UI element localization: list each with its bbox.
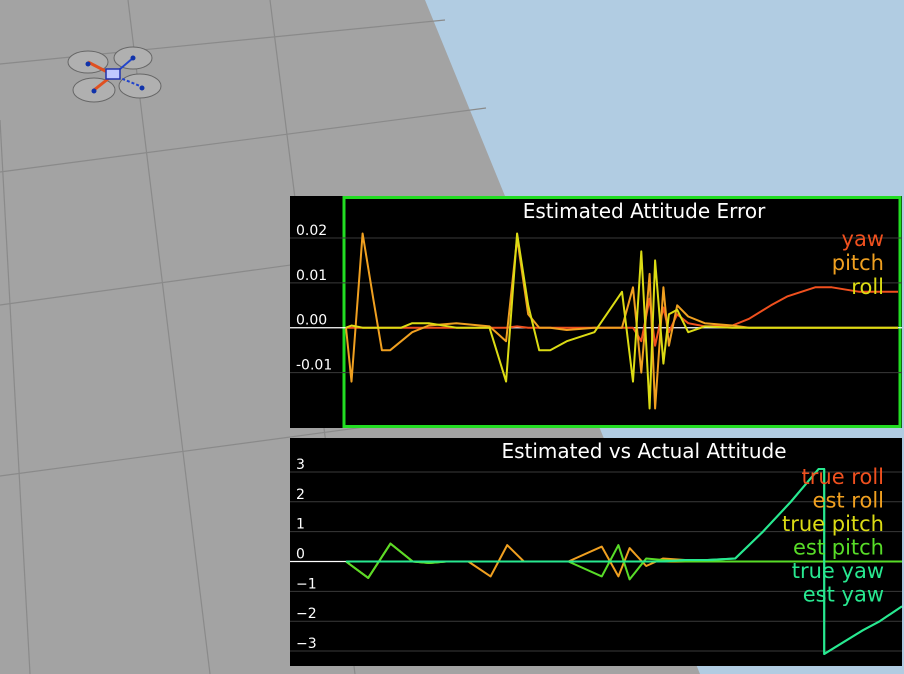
y-tick-label: 0	[296, 546, 305, 562]
y-tick-label: 3	[296, 457, 305, 473]
active-plot-border	[342, 196, 902, 428]
chart-title: Estimated Attitude Error	[523, 199, 766, 223]
legend-est-pitch: est pitch	[793, 536, 884, 560]
y-tick-label: -0.01	[296, 358, 332, 374]
legend-yaw: yaw	[842, 227, 884, 251]
y-tick-label: 0.00	[296, 313, 327, 329]
y-tick-label: −2	[296, 606, 317, 622]
legend-pitch: pitch	[832, 251, 884, 275]
attitude-error-chart: 0.02 0.01 0.00 -0.01 Estimated Attitude Erro…	[290, 196, 902, 428]
y-tick-label: −3	[296, 636, 317, 652]
attitude-error-plot[interactable]: 0.02 0.01 0.00 -0.01 Estimated Attitude Erro…	[290, 196, 902, 428]
y-tick-label: 0.02	[296, 223, 327, 239]
legend-true-pitch: true pitch	[782, 512, 884, 536]
legend-true-roll: true roll	[802, 465, 884, 489]
legend-roll: roll	[851, 275, 884, 299]
legend-true-yaw: true yaw	[792, 559, 884, 583]
attitude-compare-plot[interactable]: 3 2 1 0 −1 −2 −3 Estimated vs Actual Attitude tr…	[290, 438, 902, 666]
chart-title: Estimated vs Actual Attitude	[501, 439, 786, 463]
series-line-pitch	[345, 232, 898, 410]
attitude-compare-chart: 3 2 1 0 −1 −2 −3 Estimated vs Actual Attitude tr…	[290, 439, 902, 655]
y-tick-label: 2	[296, 487, 305, 503]
y-tick-label: 1	[296, 517, 305, 533]
y-tick-label: −1	[296, 576, 317, 592]
legend-est-yaw: est yaw	[803, 583, 884, 607]
legend-est-roll: est roll	[813, 489, 884, 513]
series-line-roll	[345, 232, 898, 410]
y-tick-label: 0.01	[296, 268, 327, 284]
